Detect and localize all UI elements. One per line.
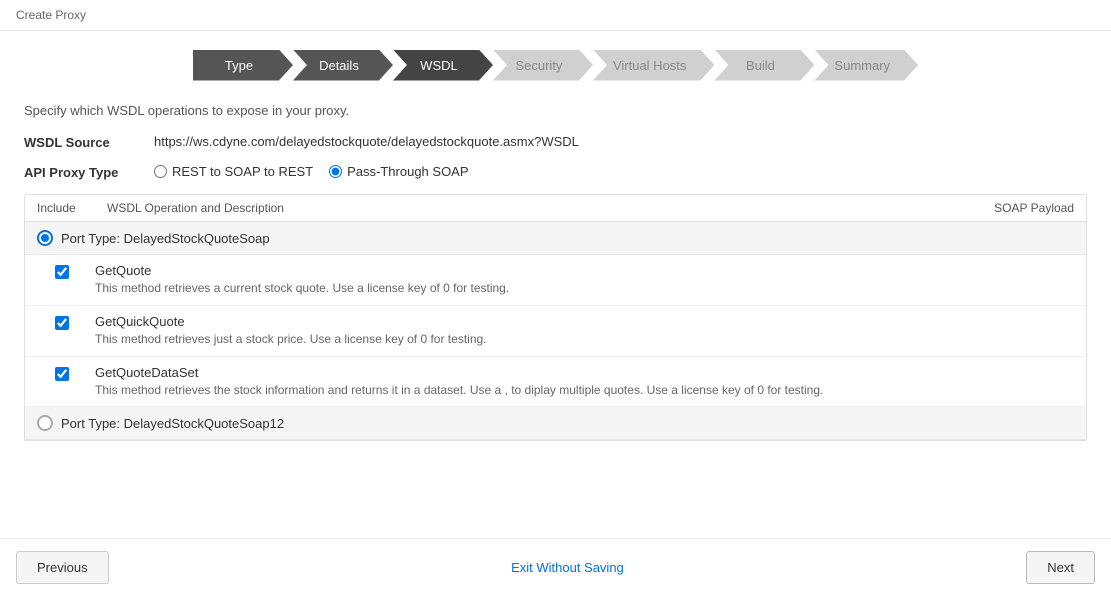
port-type-row-2[interactable]: Port Type: DelayedStockQuoteSoap12 [25,407,1086,440]
operation-row-getquote: GetQuote This method retrieves a current… [25,255,1086,306]
port-type-radio-1[interactable] [37,230,53,246]
wizard-steps: Type Details WSDL Security Virtual Hosts… [0,31,1111,99]
operation-row-getquotedataset: GetQuoteDataSet This method retrieves th… [25,357,1086,408]
radio-rest-to-soap[interactable]: REST to SOAP to REST [154,164,313,179]
getquote-checkbox-wrap[interactable] [55,263,95,282]
port-type-label-1: Port Type: DelayedStockQuoteSoap [61,231,270,246]
port-type-radio-2[interactable] [37,415,53,431]
proxy-type-radio-group: REST to SOAP to REST Pass-Through SOAP [154,164,469,179]
col-payload-header: SOAP Payload [954,201,1074,215]
getquickquote-checkbox[interactable] [55,316,69,330]
getquickquote-content: GetQuickQuote This method retrieves just… [95,314,1074,348]
getquotedataset-desc: This method retrieves the stock informat… [95,382,1074,399]
port-type-label-2: Port Type: DelayedStockQuoteSoap12 [61,416,284,431]
api-proxy-type-row: API Proxy Type REST to SOAP to REST Pass… [24,164,1087,180]
getquote-desc: This method retrieves a current stock qu… [95,280,1074,297]
exit-without-saving-link[interactable]: Exit Without Saving [511,560,624,575]
getquote-name: GetQuote [95,263,1074,278]
getquote-content: GetQuote This method retrieves a current… [95,263,1074,297]
next-button[interactable]: Next [1026,551,1095,584]
getquickquote-name: GetQuickQuote [95,314,1074,329]
step-virtual-hosts[interactable]: Virtual Hosts [593,47,714,83]
api-proxy-type-label: API Proxy Type [24,164,154,180]
page-title: Create Proxy [0,0,1111,31]
col-include-header: Include [37,201,107,215]
getquote-checkbox[interactable] [55,265,69,279]
step-security[interactable]: Security [493,47,593,83]
radio-rest-to-soap-label: REST to SOAP to REST [172,164,313,179]
radio-pass-through[interactable]: Pass-Through SOAP [329,164,468,179]
footer: Previous Exit Without Saving Next [0,538,1111,596]
getquotedataset-content: GetQuoteDataSet This method retrieves th… [95,365,1074,399]
getquickquote-checkbox-wrap[interactable] [55,314,95,333]
page-subtitle: Specify which WSDL operations to expose … [24,103,1087,118]
radio-rest-to-soap-input[interactable] [154,165,167,178]
step-details[interactable]: Details [293,47,393,83]
step-type[interactable]: Type [193,47,293,83]
previous-button[interactable]: Previous [16,551,109,584]
radio-pass-through-input[interactable] [329,165,342,178]
getquotedataset-checkbox-wrap[interactable] [55,365,95,384]
getquotedataset-checkbox[interactable] [55,367,69,381]
step-summary[interactable]: Summary [814,47,918,83]
wsdl-source-label: WSDL Source [24,134,154,150]
port-type-row-1[interactable]: Port Type: DelayedStockQuoteSoap [25,222,1086,255]
wsdl-source-row: WSDL Source https://ws.cdyne.com/delayed… [24,134,1087,150]
step-wsdl[interactable]: WSDL [393,47,493,83]
getquickquote-desc: This method retrieves just a stock price… [95,331,1074,348]
col-operation-header: WSDL Operation and Description [107,201,954,215]
getquotedataset-name: GetQuoteDataSet [95,365,1074,380]
operations-table: Include WSDL Operation and Description S… [24,194,1087,441]
step-build[interactable]: Build [714,47,814,83]
table-header: Include WSDL Operation and Description S… [25,195,1086,222]
wsdl-source-value: https://ws.cdyne.com/delayedstockquote/d… [154,134,579,149]
main-content: Specify which WSDL operations to expose … [0,99,1111,441]
operation-row-getquickquote: GetQuickQuote This method retrieves just… [25,306,1086,357]
radio-pass-through-label: Pass-Through SOAP [347,164,468,179]
